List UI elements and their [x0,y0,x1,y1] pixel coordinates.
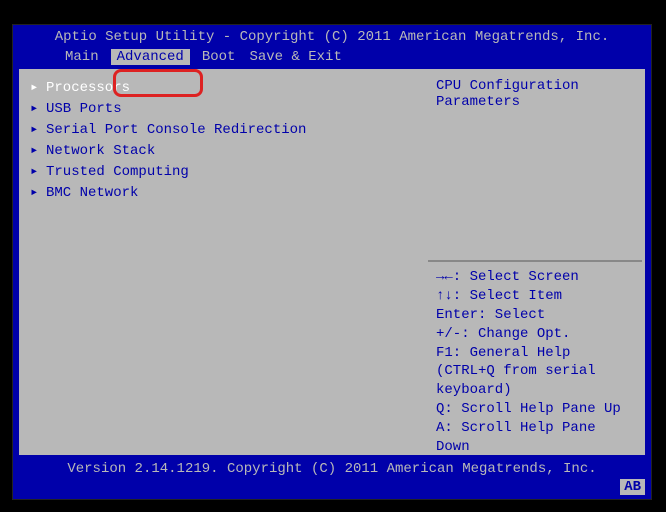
menu-item-label: Network Stack [46,141,155,162]
menu-item-network-stack[interactable]: ▸ Network Stack [30,141,417,162]
header-title: Aptio Setup Utility - Copyright (C) 2011… [23,29,641,47]
help-box: →←: Select Screen ↑↓: Select Item Enter:… [428,262,642,482]
submenu-arrow-icon: ▸ [30,141,40,162]
submenu-arrow-icon: ▸ [30,99,40,120]
header: Aptio Setup Utility - Copyright (C) 2011… [13,25,651,69]
menu-item-label: BMC Network [46,183,138,204]
submenu-arrow-icon: ▸ [30,183,40,204]
help-line: keyboard) [436,381,634,400]
help-line: Q: Scroll Help Pane Up [436,400,634,419]
tab-advanced[interactable]: Advanced [111,49,190,65]
bios-window: Aptio Setup Utility - Copyright (C) 2011… [12,24,652,500]
menu-item-trusted-computing[interactable]: ▸ Trusted Computing [30,162,417,183]
help-line: Enter: Select [436,306,634,325]
description-box: CPU Configuration Parameters [428,72,642,262]
tab-boot[interactable]: Boot [200,49,238,65]
tab-main[interactable]: Main [63,49,101,65]
menu-item-label: USB Ports [46,99,122,120]
menu-item-processors[interactable]: ▸ Processors [30,78,417,99]
main-area: ▸ Processors ▸ USB Ports ▸ Serial Port C… [19,69,645,455]
menu-pane: ▸ Processors ▸ USB Ports ▸ Serial Port C… [22,72,428,452]
menu-item-label: Processors [46,78,130,99]
help-line: A: Scroll Help Pane Down [436,419,634,457]
menu-item-usb-ports[interactable]: ▸ USB Ports [30,99,417,120]
description-line: CPU Configuration [436,78,634,94]
help-line: (CTRL+Q from serial [436,362,634,381]
submenu-arrow-icon: ▸ [30,120,40,141]
menu-item-bmc-network[interactable]: ▸ BMC Network [30,183,417,204]
description-line: Parameters [436,94,634,110]
submenu-arrow-icon: ▸ [30,162,40,183]
help-line: →←: Select Screen [436,268,634,287]
menu-item-label: Serial Port Console Redirection [46,120,306,141]
help-line: ↑↓: Select Item [436,287,634,306]
tabs-row: Main Advanced Boot Save & Exit [23,49,641,65]
submenu-arrow-icon: ▸ [30,78,40,99]
help-line: F1: General Help [436,344,634,363]
corner-badge: AB [620,479,645,495]
right-pane: CPU Configuration Parameters →←: Select … [428,72,642,452]
menu-item-label: Trusted Computing [46,162,189,183]
menu-item-serial-port[interactable]: ▸ Serial Port Console Redirection [30,120,417,141]
help-line: +/-: Change Opt. [436,325,634,344]
tab-save-exit[interactable]: Save & Exit [247,49,343,65]
